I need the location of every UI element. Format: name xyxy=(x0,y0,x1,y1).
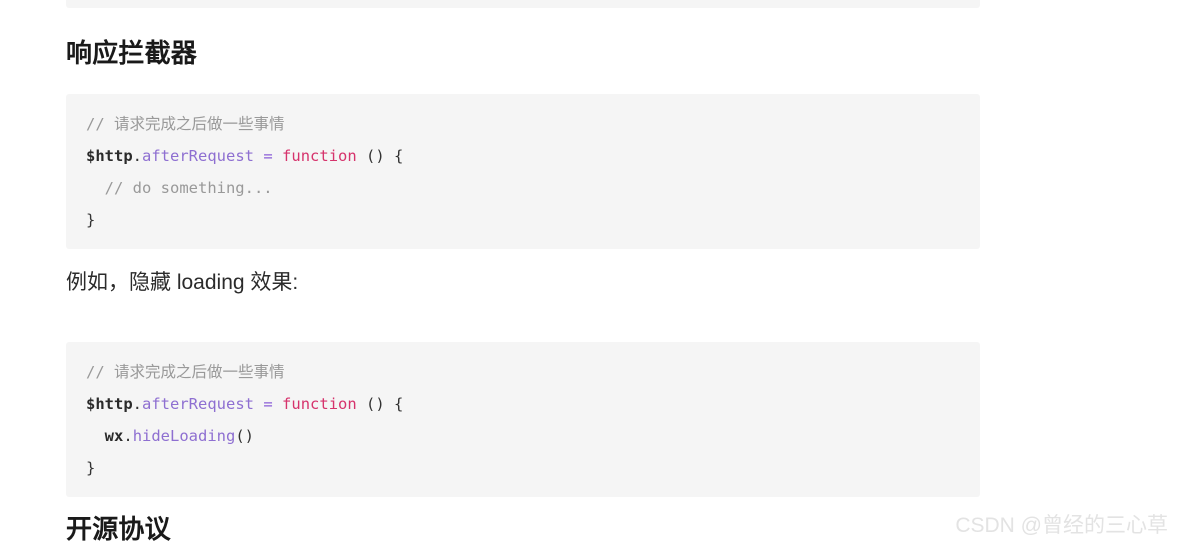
code-token-prop: hideLoading xyxy=(132,426,236,445)
code-block-response-interceptor[interactable]: // 请求完成之后做一些事情 $http.afterRequest = funct… xyxy=(66,93,980,249)
page-heading-response-interceptor: 响应拦截器 xyxy=(66,38,198,68)
code-token-ident: $http xyxy=(86,394,133,413)
article-page: 响应拦截器 // 请求完成之后做一些事情 $http.afterRequest =… xyxy=(0,0,1184,546)
code-token-punct: () { xyxy=(356,146,404,165)
code-token-punct: () { xyxy=(356,394,404,413)
code-token-ident: $http xyxy=(86,146,133,165)
code-token-punct: () xyxy=(235,426,255,445)
code-line: // do something... xyxy=(86,172,960,204)
code-token-keyword: function xyxy=(282,394,357,413)
code-line: } xyxy=(86,452,960,484)
code-token-punct: } xyxy=(86,458,96,477)
code-token-punct: } xyxy=(86,210,96,229)
code-token-punct: . xyxy=(132,146,143,165)
code-block-hide-loading[interactable]: // 请求完成之后做一些事情 $http.afterRequest = funct… xyxy=(66,341,980,497)
code-line: // 请求完成之后做一些事情 xyxy=(86,356,960,388)
code-token-comment: // 请求完成之后做一些事情 xyxy=(86,114,285,133)
code-token-op: = xyxy=(263,394,273,413)
csdn-watermark: CSDN @曾经的三心草 xyxy=(955,514,1168,537)
code-token-comment: // do something... xyxy=(86,178,273,197)
code-block-partial-top xyxy=(66,0,980,8)
code-token-punct: . xyxy=(123,426,133,445)
code-line: wx.hideLoading() xyxy=(86,420,960,452)
code-token-prop: afterRequest xyxy=(142,146,254,165)
code-token-punct: . xyxy=(132,394,143,413)
code-line: } xyxy=(86,204,960,236)
code-line: $http.afterRequest = function () { xyxy=(86,140,960,172)
code-token-keyword: function xyxy=(282,146,357,165)
code-token-op: = xyxy=(263,146,273,165)
paragraph-example-hide-loading: 例如，隐藏 loading 效果: xyxy=(66,271,299,294)
code-line: // 请求完成之后做一些事情 xyxy=(86,108,960,140)
code-token-prop: afterRequest xyxy=(142,394,254,413)
code-token-ident: wx xyxy=(104,426,124,445)
code-line: $http.afterRequest = function () { xyxy=(86,388,960,420)
code-token-comment: // 请求完成之后做一些事情 xyxy=(86,362,285,381)
page-heading-open-source-license: 开源协议 xyxy=(66,514,171,544)
